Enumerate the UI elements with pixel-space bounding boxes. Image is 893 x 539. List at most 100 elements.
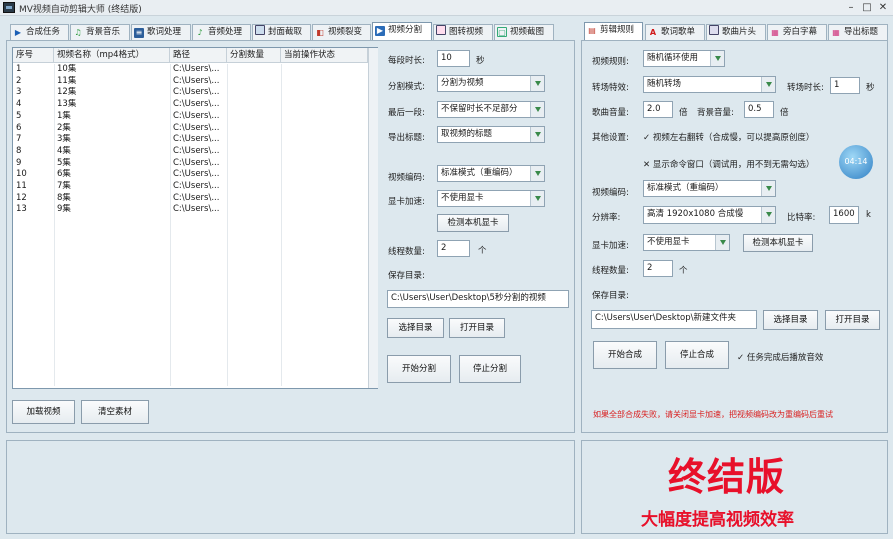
chevron-down-icon xyxy=(530,102,544,117)
cell-no: 5 xyxy=(16,110,22,121)
resolution-value: 高清 1920x1080 合成慢 xyxy=(647,209,744,219)
rule-choose-dir-button[interactable]: 选择目录 xyxy=(763,310,818,330)
cell-no: 2 xyxy=(16,75,22,86)
cell-name: 4集 xyxy=(57,145,71,156)
bg-volume-input[interactable]: 0.5 xyxy=(744,101,774,118)
tab-cover[interactable]: 封面截取 xyxy=(252,24,311,40)
export-title-label: 导出标题: xyxy=(388,133,425,143)
flip-video-checkbox[interactable]: ✓ 视频左右翻转（合成慢，可以提高原创度） xyxy=(643,131,814,143)
play-sound-checkbox[interactable]: ✓ 任务完成后播放音效 xyxy=(737,351,823,363)
threads-input[interactable]: 2 xyxy=(437,240,470,257)
rule-gpu-select[interactable]: 不使用显卡 xyxy=(643,234,730,251)
tab-edit-rules[interactable]: ▤ 剪辑规则 xyxy=(584,22,643,40)
tab-export-title[interactable]: ▦ 导出标题 xyxy=(828,24,888,40)
stop-compose-button[interactable]: 停止合成 xyxy=(665,341,729,369)
encode-label: 视频编码: xyxy=(388,173,425,183)
rule-encode-select[interactable]: 标准模式（重编码） xyxy=(643,180,776,197)
rule-detect-gpu-button[interactable]: 检测本机显卡 xyxy=(743,234,813,252)
open-dir-button[interactable]: 打开目录 xyxy=(449,318,505,338)
choose-dir-button[interactable]: 选择目录 xyxy=(387,318,444,338)
table-row[interactable]: 5 1集 C:\Users\... xyxy=(13,111,368,122)
maximize-button[interactable]: □ xyxy=(860,1,874,14)
gpu-select[interactable]: 不使用显卡 xyxy=(437,190,545,207)
cell-no: 3 xyxy=(16,87,22,98)
table-row[interactable]: 11 7集 C:\Users\... xyxy=(13,181,368,192)
table-row[interactable]: 13 9集 C:\Users\... xyxy=(13,204,368,215)
close-button[interactable]: ✕ xyxy=(876,1,890,14)
bitrate-input[interactable]: 1600 xyxy=(829,206,859,224)
table-row[interactable]: 7 3集 C:\Users\... xyxy=(13,134,368,145)
tab-image-to-video[interactable]: 图转视频 xyxy=(433,24,493,40)
log-panel-left xyxy=(6,440,575,534)
show-cmd-checkbox[interactable]: ✕ 显示命令窗口（调试用，用不到无需勾选） xyxy=(643,158,814,170)
clear-materials-button[interactable]: 清空素材 xyxy=(81,400,149,424)
export-title-select[interactable]: 取视频的标题 xyxy=(437,126,545,143)
last-segment-value: 不保留时长不足部分 xyxy=(441,104,518,114)
table-row[interactable]: 9 5集 C:\Users\... xyxy=(13,158,368,169)
chevron-down-icon xyxy=(530,76,544,91)
last-segment-select[interactable]: 不保留时长不足部分 xyxy=(437,101,545,118)
encode-value: 标准模式（重编码） xyxy=(441,168,518,178)
chevron-down-icon xyxy=(530,191,544,206)
table-row[interactable]: 6 2集 C:\Users\... xyxy=(13,123,368,134)
cell-name: 12集 xyxy=(57,87,77,98)
split-mode-select[interactable]: 分割为视频 xyxy=(437,75,545,92)
table-row[interactable]: 12 8集 C:\Users\... xyxy=(13,193,368,204)
compose-warning: 如果全部合成失败，请关闭显卡加速，把视频编码改为重编码后重试 xyxy=(593,410,833,419)
col-header-no[interactable]: 序号 xyxy=(13,48,54,63)
save-dir-input[interactable]: C:\Users\User\Desktop\5秒分割的视频 xyxy=(387,290,569,308)
transition-time-input[interactable]: 1 xyxy=(830,77,860,94)
minimize-button[interactable]: – xyxy=(844,1,858,14)
cell-path: C:\Users\... xyxy=(173,157,220,168)
start-compose-button[interactable]: 开始合成 xyxy=(593,341,657,369)
load-videos-button[interactable]: 加载视频 xyxy=(12,400,75,424)
tab-narration[interactable]: ▦ 旁白字幕 xyxy=(767,24,827,40)
detect-gpu-button[interactable]: 检测本机显卡 xyxy=(437,214,509,232)
tab-screenshot[interactable]: ▢ 视频截图 xyxy=(494,24,554,40)
screenshot-icon: ▢ xyxy=(497,27,507,37)
tab-bg-music[interactable]: ♫ 背景音乐 xyxy=(70,24,130,40)
video-rule-select[interactable]: 随机循环使用 xyxy=(643,50,725,67)
tab-lyrics[interactable]: ≡ 歌词处理 xyxy=(131,24,191,40)
table-scrollbar[interactable] xyxy=(368,48,378,388)
col-header-name[interactable]: 视频名称（mp4格式） xyxy=(54,48,170,63)
tab-lyrics-list[interactable]: A 歌词歌单 xyxy=(645,24,705,40)
col-header-count[interactable]: 分割数量 xyxy=(227,48,281,63)
rule-threads-unit: 个 xyxy=(679,266,688,276)
video-table[interactable]: 序号 视频名称（mp4格式） 路径 分割数量 当前操作状态 1 10集 C:\Use… xyxy=(12,47,378,389)
threads-unit: 个 xyxy=(478,246,487,256)
segment-length-input[interactable]: 10 xyxy=(437,50,470,67)
grid-line xyxy=(54,64,55,386)
table-row[interactable]: 4 13集 C:\Users\... xyxy=(13,99,368,110)
table-row[interactable]: 2 11集 C:\Users\... xyxy=(13,76,368,87)
cell-name: 3集 xyxy=(57,134,71,145)
transition-select[interactable]: 随机转场 xyxy=(643,76,776,93)
transition-label: 转场特效: xyxy=(592,83,629,93)
table-row[interactable]: 8 4集 C:\Users\... xyxy=(13,146,368,157)
table-row[interactable]: 3 12集 C:\Users\... xyxy=(13,87,368,98)
rule-open-dir-button[interactable]: 打开目录 xyxy=(825,310,880,330)
cell-path: C:\Users\... xyxy=(173,134,220,145)
tab-fission[interactable]: ◧ 视频裂变 xyxy=(312,24,371,40)
tab-song-intro[interactable]: 歌曲片头 xyxy=(706,24,766,40)
start-split-button[interactable]: 开始分割 xyxy=(387,355,451,383)
chevron-down-icon xyxy=(710,51,724,66)
rule-save-dir-input[interactable]: C:\Users\User\Desktop\新建文件夹 xyxy=(591,310,757,329)
song-volume-input[interactable]: 2.0 xyxy=(643,101,673,118)
other-settings-label: 其他设置: xyxy=(592,133,629,143)
table-row[interactable]: 10 6集 C:\Users\... xyxy=(13,169,368,180)
col-header-path[interactable]: 路径 xyxy=(170,48,227,63)
stop-split-button[interactable]: 停止分割 xyxy=(459,355,521,383)
cell-path: C:\Users\... xyxy=(173,64,220,74)
cell-no: 6 xyxy=(16,122,22,133)
resolution-select[interactable]: 高清 1920x1080 合成慢 xyxy=(643,206,776,224)
tab-compose-task[interactable]: ▶ 合成任务 xyxy=(10,24,69,40)
tab-audio[interactable]: ♪ 音频处理 xyxy=(192,24,251,40)
col-header-status[interactable]: 当前操作状态 xyxy=(281,48,368,63)
encode-select[interactable]: 标准模式（重编码） xyxy=(437,165,545,182)
tab-video-split[interactable]: ▶ 视频分割 xyxy=(372,22,432,40)
save-dir-label: 保存目录: xyxy=(388,271,425,281)
rule-threads-input[interactable]: 2 xyxy=(643,260,673,277)
table-row[interactable]: 1 10集 C:\Users\... xyxy=(13,64,368,75)
cell-no: 10 xyxy=(16,169,27,180)
